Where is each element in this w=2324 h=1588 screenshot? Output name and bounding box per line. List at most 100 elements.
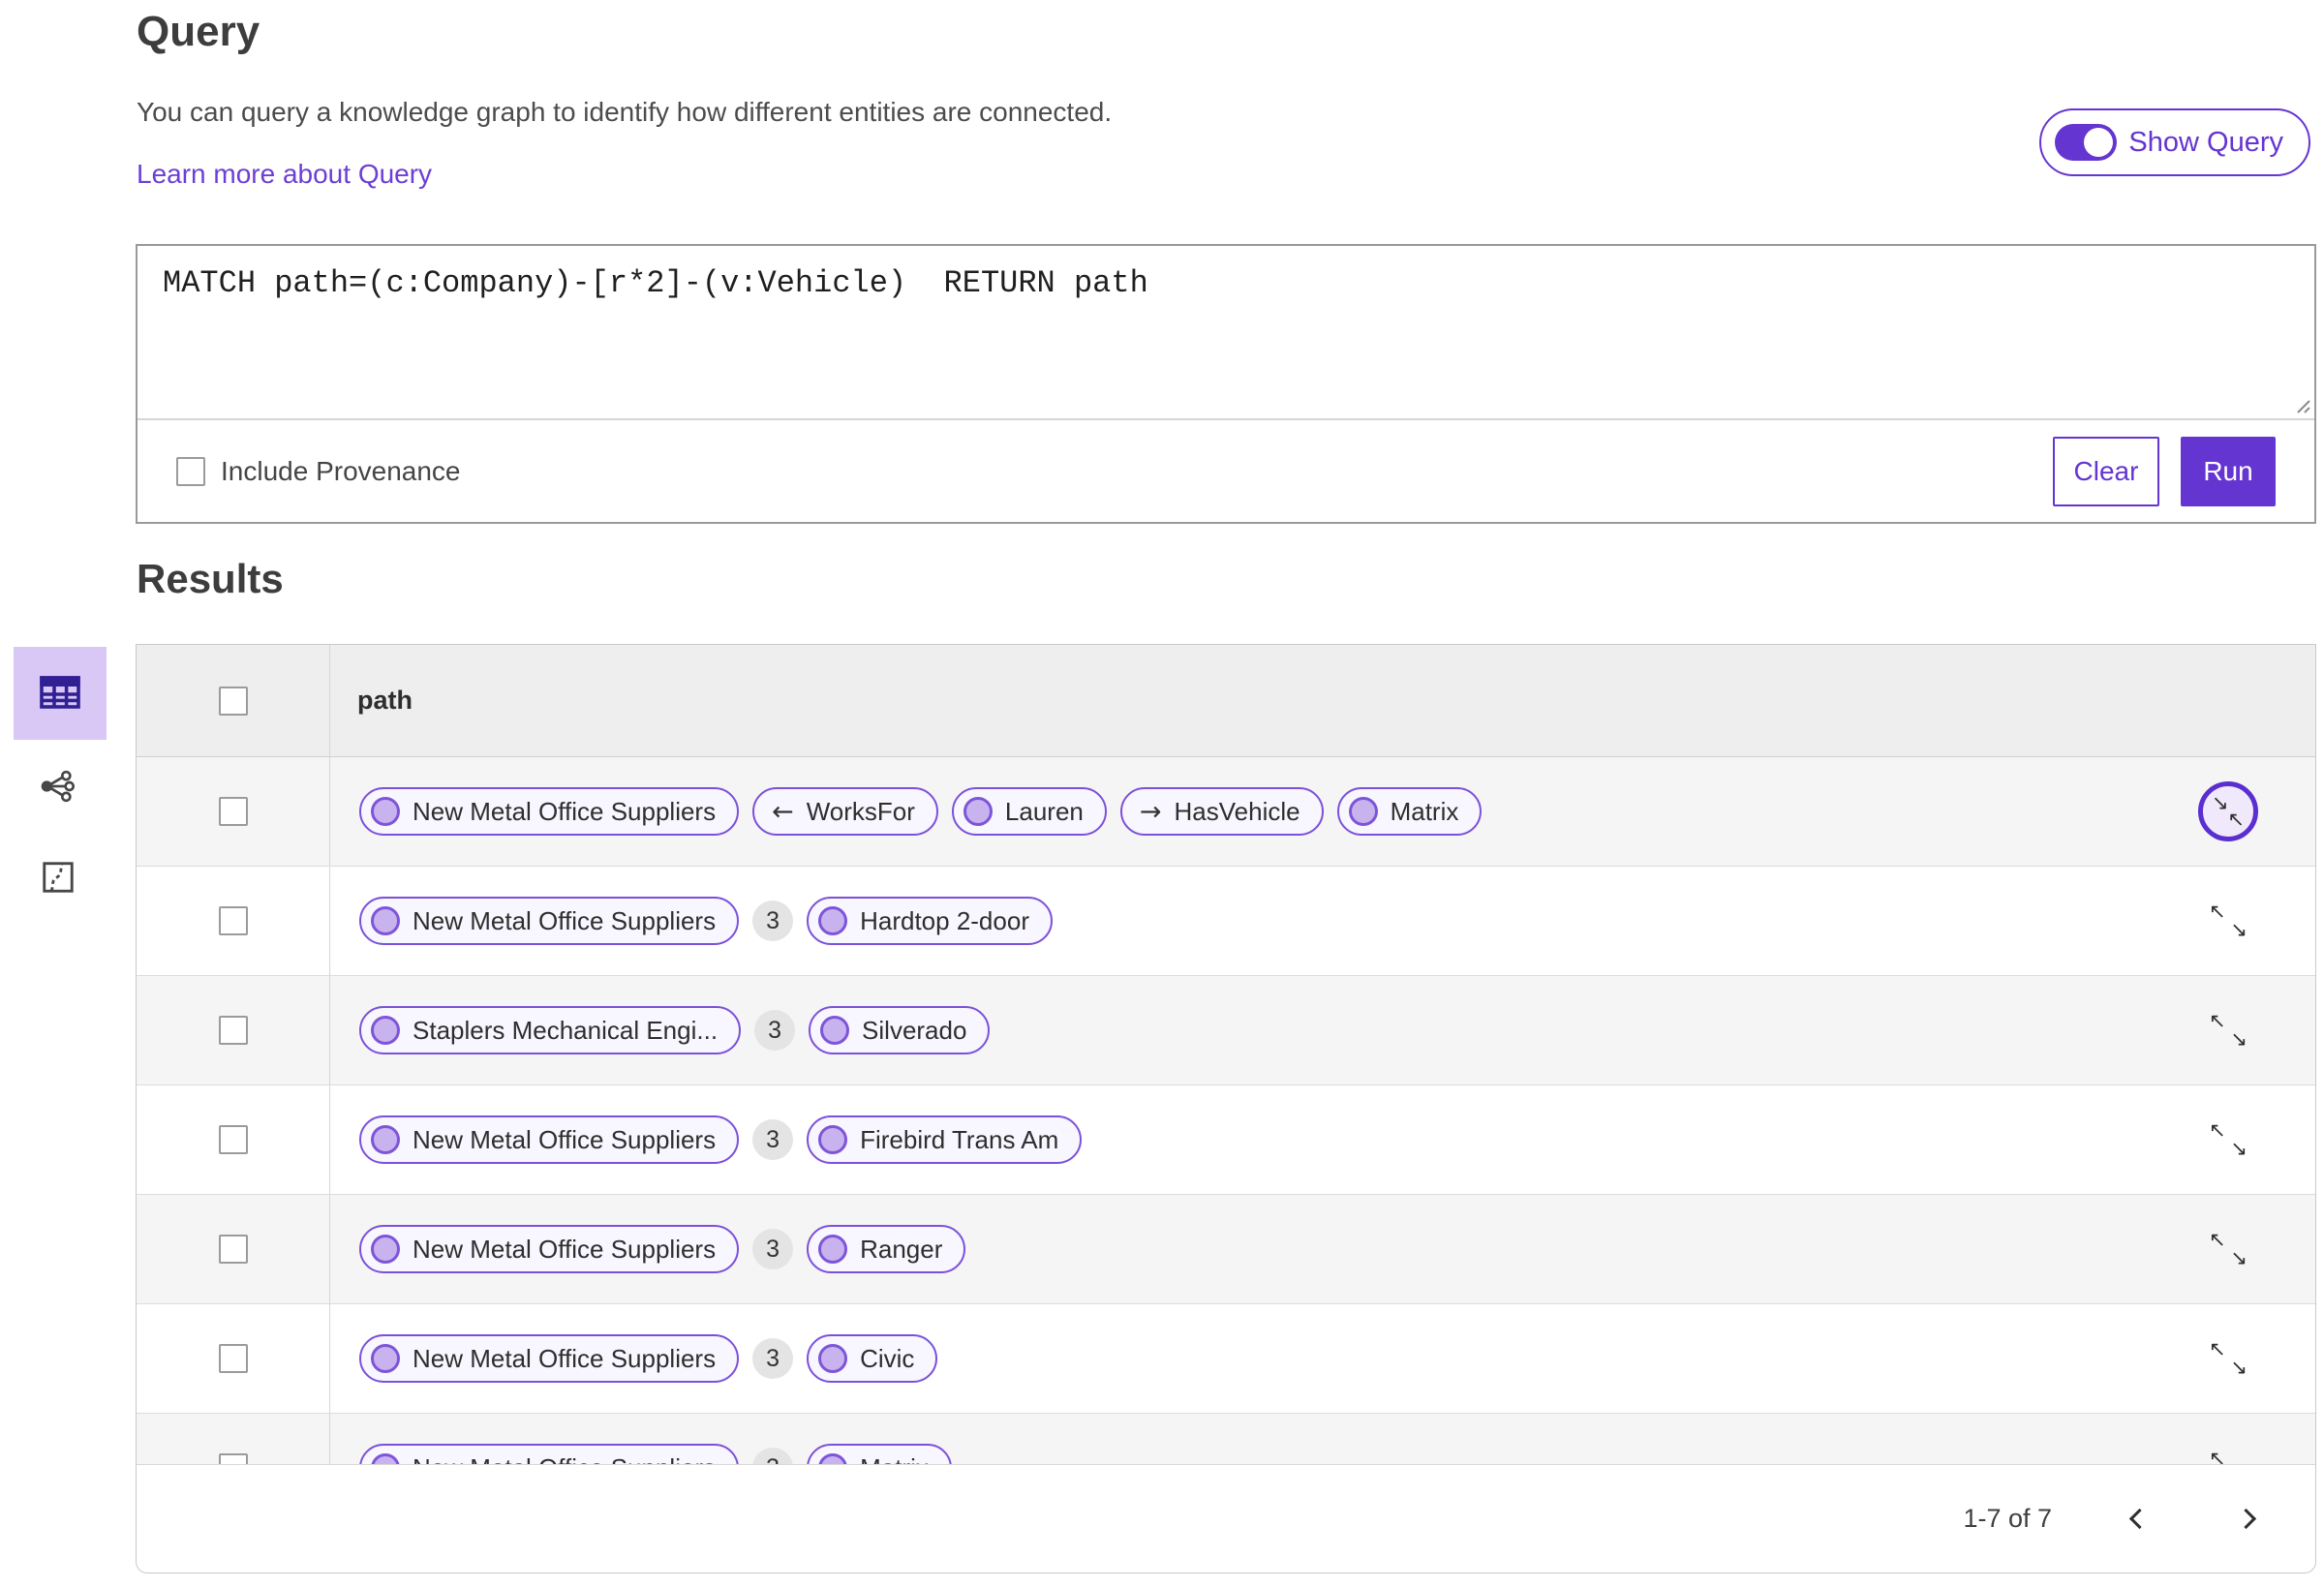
expand-arrow-icon: ↘ bbox=[2230, 1027, 2248, 1051]
expand-arrow-icon: ↘ bbox=[2230, 1246, 2248, 1269]
row-select-cell bbox=[137, 757, 330, 866]
node-label: New Metal Office Suppliers bbox=[413, 1343, 717, 1373]
node-label: Firebird Trans Am bbox=[860, 1124, 1059, 1154]
table-row: New Metal Office Suppliers 3 Civic ↖ ↘ bbox=[137, 1304, 2315, 1414]
show-query-toggle[interactable]: Show Query bbox=[2039, 108, 2310, 176]
results-table-header: path bbox=[137, 645, 2315, 757]
row-path-cell: New Metal Office Suppliers 3 Civic bbox=[330, 1304, 2141, 1413]
row-checkbox[interactable] bbox=[218, 797, 248, 826]
table-view-button[interactable] bbox=[14, 647, 107, 740]
collapse-row-button[interactable]: ↘ ↖ bbox=[2198, 781, 2258, 841]
row-expand-cell: ↖↘ bbox=[2141, 1304, 2315, 1413]
row-expand-cell: ↖↘ bbox=[2141, 976, 2315, 1084]
graph-view-button[interactable] bbox=[27, 756, 89, 818]
node-label: Civic bbox=[860, 1343, 915, 1373]
expand-arrow-icon: ↘ bbox=[2230, 918, 2248, 941]
row-checkbox[interactable] bbox=[218, 1235, 248, 1264]
run-button[interactable]: Run bbox=[2181, 436, 2276, 506]
node-pill[interactable]: New Metal Office Suppliers bbox=[359, 897, 740, 945]
edge-label: HasVehicle bbox=[1174, 796, 1300, 826]
row-path-cell: New Metal Office Suppliers 3 Ranger bbox=[330, 1195, 2141, 1303]
map-view-button[interactable] bbox=[27, 847, 89, 909]
node-circle-icon bbox=[818, 1344, 848, 1373]
toggle-switch-icon[interactable] bbox=[2055, 124, 2118, 161]
node-pill[interactable]: Civic bbox=[807, 1334, 938, 1383]
node-label: Staplers Mechanical Engi... bbox=[413, 1015, 719, 1045]
query-buttons: Clear Run bbox=[2053, 436, 2276, 506]
expand-row-button[interactable]: ↖↘ bbox=[2209, 1230, 2248, 1268]
node-circle-icon bbox=[963, 797, 993, 826]
node-pill[interactable]: Hardtop 2-door bbox=[807, 897, 1053, 945]
include-provenance-checkbox[interactable] bbox=[176, 456, 205, 486]
select-all-checkbox[interactable] bbox=[218, 686, 248, 716]
row-path-cell: Staplers Mechanical Engi... 3 Silverado bbox=[330, 976, 2141, 1084]
node-label: New Metal Office Suppliers bbox=[413, 1124, 717, 1154]
previous-page-button[interactable] bbox=[2120, 1500, 2158, 1539]
row-checkbox[interactable] bbox=[218, 1016, 248, 1045]
expand-arrow-icon: ↘ bbox=[2230, 1356, 2248, 1379]
query-textarea[interactable]: MATCH path=(c:Company)-[r*2]-(v:Vehicle)… bbox=[163, 265, 1148, 301]
node-label: Matrix bbox=[1390, 796, 1459, 826]
node-pill[interactable]: Ranger bbox=[807, 1225, 966, 1273]
next-page-button[interactable] bbox=[2226, 1500, 2265, 1539]
row-checkbox[interactable] bbox=[218, 906, 248, 935]
row-select-cell bbox=[137, 867, 330, 975]
show-query-label: Show Query bbox=[2128, 126, 2283, 158]
edge-label: WorksFor bbox=[806, 796, 915, 826]
table-row: New Metal Office Suppliers 3 Firebird Tran… bbox=[137, 1085, 2315, 1195]
path-column-header: path bbox=[357, 686, 413, 715]
row-path-cell: New Metal Office Suppliers ← WorksFor Laure… bbox=[330, 757, 2141, 866]
resize-grip-icon[interactable] bbox=[2288, 391, 2311, 419]
toggle-knob bbox=[2084, 128, 2114, 157]
collapse-arrow-icon: ↘ bbox=[2212, 791, 2229, 814]
expand-arrow-icon: ↖ bbox=[2209, 1009, 2226, 1032]
row-select-cell bbox=[137, 1304, 330, 1413]
hop-count-badge[interactable]: 3 bbox=[752, 901, 794, 941]
arrow-right-icon: → bbox=[1139, 796, 1162, 827]
node-circle-icon bbox=[1348, 797, 1378, 826]
table-row: New Metal Office Suppliers 3 Ranger ↖ ↘ bbox=[137, 1195, 2315, 1304]
node-pill[interactable]: Lauren bbox=[951, 787, 1107, 836]
table-row: New Metal Office Suppliers ← WorksFor Laure… bbox=[137, 757, 2315, 867]
hop-count-badge[interactable]: 3 bbox=[752, 1229, 794, 1269]
row-checkbox[interactable] bbox=[218, 1125, 248, 1154]
expand-row-button[interactable]: ↖↘ bbox=[2209, 1011, 2248, 1050]
page-title: Query bbox=[137, 8, 260, 55]
row-expand-cell: ↖↘ bbox=[2141, 1195, 2315, 1303]
expand-arrow-icon: ↖ bbox=[2209, 900, 2226, 923]
node-label: New Metal Office Suppliers bbox=[413, 905, 717, 935]
hop-count-badge[interactable]: 3 bbox=[754, 1010, 796, 1051]
node-pill[interactable]: Firebird Trans Am bbox=[807, 1115, 1083, 1164]
expand-row-button[interactable]: ↖↘ bbox=[2209, 901, 2248, 940]
node-pill[interactable]: Staplers Mechanical Engi... bbox=[359, 1006, 742, 1054]
learn-more-link[interactable]: Learn more about Query bbox=[137, 159, 432, 190]
clear-button[interactable]: Clear bbox=[2053, 436, 2159, 506]
expand-row-button[interactable]: ↖↘ bbox=[2209, 1120, 2248, 1159]
expand-arrow-icon: ↖ bbox=[2209, 1228, 2226, 1251]
expand-row-button[interactable]: ↖↘ bbox=[2209, 1339, 2248, 1378]
node-pill[interactable]: New Metal Office Suppliers bbox=[359, 1225, 740, 1273]
page-range-label: 1-7 of 7 bbox=[1963, 1504, 2052, 1533]
node-label: Ranger bbox=[860, 1234, 943, 1264]
expand-arrow-icon: ↘ bbox=[2230, 1137, 2248, 1160]
row-expand-cell: ↖↘ bbox=[2141, 1085, 2315, 1194]
node-pill[interactable]: Matrix bbox=[1336, 787, 1483, 836]
node-label: Hardtop 2-door bbox=[860, 905, 1029, 935]
node-label: New Metal Office Suppliers bbox=[413, 1234, 717, 1264]
node-label: New Metal Office Suppliers bbox=[413, 796, 717, 826]
row-checkbox[interactable] bbox=[218, 1344, 248, 1373]
edge-pill[interactable]: → HasVehicle bbox=[1119, 787, 1324, 836]
hop-count-badge[interactable]: 3 bbox=[752, 1119, 794, 1160]
node-label: Silverado bbox=[862, 1015, 967, 1045]
results-table: path New Metal Office Suppliers ← WorksFor… bbox=[136, 644, 2316, 1573]
node-pill[interactable]: New Metal Office Suppliers bbox=[359, 1115, 740, 1164]
hop-count-badge[interactable]: 3 bbox=[752, 1338, 794, 1379]
node-pill[interactable]: New Metal Office Suppliers bbox=[359, 787, 740, 836]
edge-pill[interactable]: ← WorksFor bbox=[752, 787, 938, 836]
row-path-cell: New Metal Office Suppliers 3 Firebird Tran… bbox=[330, 1085, 2141, 1194]
node-pill[interactable]: New Metal Office Suppliers bbox=[359, 1334, 740, 1383]
node-pill[interactable]: Silverado bbox=[809, 1006, 991, 1054]
expand-arrow-icon: ↖ bbox=[2209, 1337, 2226, 1360]
row-path-cell: New Metal Office Suppliers 3 Hardtop 2-doo… bbox=[330, 867, 2141, 975]
row-select-cell bbox=[137, 1085, 330, 1194]
